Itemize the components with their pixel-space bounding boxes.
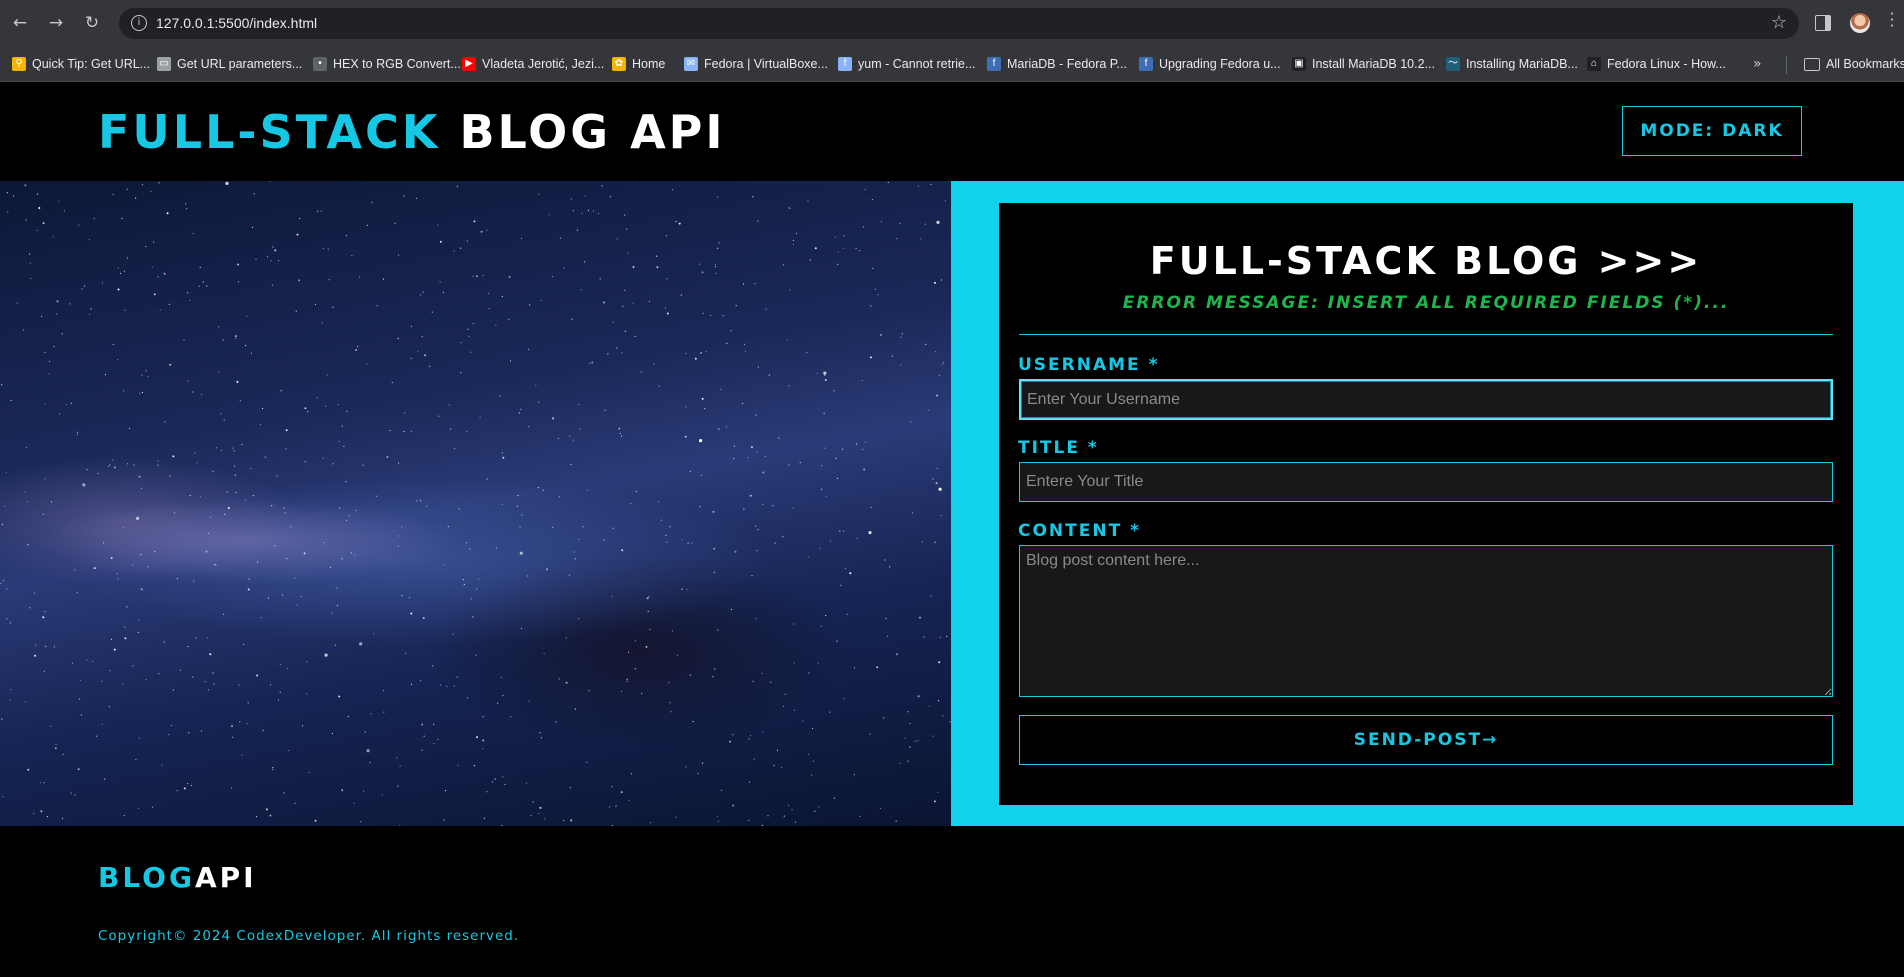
profile-avatar[interactable] — [1850, 13, 1870, 33]
bookmark-label: MariaDB - Fedora P... — [1007, 57, 1127, 71]
bookmark-label: Vladeta Jerotić, Jezi... — [482, 57, 605, 71]
bookmark-label: Get URL parameters... — [177, 57, 303, 71]
url-text[interactable]: 127.0.0.1:5500/index.html — [156, 15, 317, 31]
bookmark-label: Fedora Linux - How... — [1607, 57, 1726, 71]
fedora-icon: f — [987, 57, 1001, 71]
bookmark-item[interactable]: ✿ Home — [612, 54, 665, 74]
link-icon: ⚲ — [12, 57, 26, 71]
copyright-text: Copyright© 2024 CodexDeveloper. All righ… — [98, 927, 520, 944]
bookmark-item[interactable]: ⚲ Quick Tip: Get URL... — [12, 54, 150, 74]
address-bar[interactable]: i 127.0.0.1:5500/index.html ☆ — [119, 8, 1799, 39]
bookmark-item[interactable]: ▭ Get URL parameters... — [157, 54, 302, 74]
content-textarea[interactable] — [1019, 545, 1833, 697]
content-label: CONTENT * — [1018, 521, 1141, 541]
mail-icon: ✉ — [684, 57, 698, 71]
reload-icon[interactable]: ↻ — [81, 12, 103, 34]
mariadb-icon: 〜 — [1446, 57, 1460, 71]
username-input[interactable] — [1019, 379, 1833, 420]
browser-menu-icon[interactable]: · · · — [1889, 6, 1895, 34]
bookmark-item[interactable]: ⌂ Fedora Linux - How... — [1587, 54, 1726, 74]
folder-icon — [1804, 57, 1820, 71]
bookmark-item[interactable]: ✉ Fedora | VirtualBoxe... — [684, 54, 828, 74]
bookmark-item[interactable]: ▶ Vladeta Jerotić, Jezi... — [462, 54, 604, 74]
site-footer: BLOGAPI Copyright© 2024 CodexDeveloper. … — [0, 826, 1904, 977]
bookmark-item[interactable]: 〜 Installing MariaDB... — [1446, 54, 1578, 74]
bookmark-label: Installing MariaDB... — [1466, 57, 1578, 71]
site-brand[interactable]: FULL-STACK BLOG API — [98, 104, 726, 160]
bookmark-item[interactable]: f MariaDB - Fedora P... — [987, 54, 1127, 74]
youtube-icon: ▶ — [462, 57, 476, 71]
title-input[interactable] — [1019, 462, 1833, 502]
back-arrow-icon[interactable]: ← — [9, 12, 31, 34]
bookmark-label: HEX to RGB Convert... — [333, 57, 461, 71]
bookmarks-bar: » All Bookmarks ⚲ Quick Tip: Get URL... ▭ G… — [0, 47, 1904, 82]
side-panel-icon[interactable] — [1815, 15, 1831, 31]
send-post-button[interactable]: SEND-POST→ — [1019, 715, 1833, 765]
bookmark-star-icon[interactable]: ☆ — [1771, 12, 1787, 33]
home-icon: ✿ — [612, 57, 626, 71]
brand-accent-text: FULL-STACK — [98, 105, 441, 159]
footer-logo-accent: BLOG — [98, 861, 195, 894]
bookmark-label: yum - Cannot retrie... — [858, 57, 976, 71]
laptop-icon: ▭ — [157, 57, 171, 71]
bookmarks-separator — [1786, 56, 1787, 74]
starfield-hero-image — [0, 181, 951, 826]
bookmark-label: Upgrading Fedora u... — [1159, 57, 1281, 71]
fedora-icon: f — [1139, 57, 1153, 71]
bookmark-item[interactable]: f yum - Cannot retrie... — [838, 54, 975, 74]
bookmark-label: Quick Tip: Get URL... — [32, 57, 151, 71]
starfield-stars — [0, 181, 951, 826]
form-divider — [1019, 334, 1833, 335]
linux-icon: ⌂ — [1587, 57, 1601, 71]
form-title: FULL-STACK BLOG >>> — [1149, 239, 1703, 283]
all-bookmarks-label: All Bookmarks — [1826, 57, 1904, 71]
bookmark-label: Fedora | VirtualBoxe... — [704, 57, 828, 71]
post-form-card: FULL-STACK BLOG >>> ERROR MESSAGE: INSER… — [999, 203, 1853, 805]
all-bookmarks-button[interactable]: All Bookmarks — [1804, 54, 1904, 74]
footer-logo[interactable]: BLOGAPI — [98, 861, 257, 894]
bookmark-label: Home — [632, 57, 666, 71]
browser-toolbar: ← → ↻ i 127.0.0.1:5500/index.html ☆ · · · — [0, 0, 1904, 47]
footer-logo-plain: API — [194, 861, 257, 894]
title-label: TITLE * — [1018, 438, 1099, 458]
username-label: USERNAME * — [1018, 355, 1160, 375]
bookmark-item[interactable]: • HEX to RGB Convert... — [313, 54, 461, 74]
site-info-icon[interactable]: i — [131, 15, 147, 31]
forward-arrow-icon[interactable]: → — [45, 12, 67, 34]
brand-plain-text: BLOG API — [459, 105, 726, 159]
dot-icon: • — [313, 57, 327, 71]
fedora-icon: f — [838, 57, 852, 71]
bookmark-item[interactable]: ▣ Install MariaDB 10.2... — [1292, 54, 1435, 74]
bookmark-item[interactable]: f Upgrading Fedora u... — [1139, 54, 1281, 74]
site-header: FULL-STACK BLOG API MODE: DARK — [0, 82, 1904, 180]
bookmark-label: Install MariaDB 10.2... — [1312, 57, 1435, 71]
mode-toggle-button[interactable]: MODE: DARK — [1622, 106, 1802, 156]
error-message: ERROR MESSAGE: INSERT ALL REQUIRED FIELD… — [1122, 293, 1730, 313]
terminal-icon: ▣ — [1292, 57, 1306, 71]
more-bookmarks-icon[interactable]: » — [1753, 56, 1762, 72]
